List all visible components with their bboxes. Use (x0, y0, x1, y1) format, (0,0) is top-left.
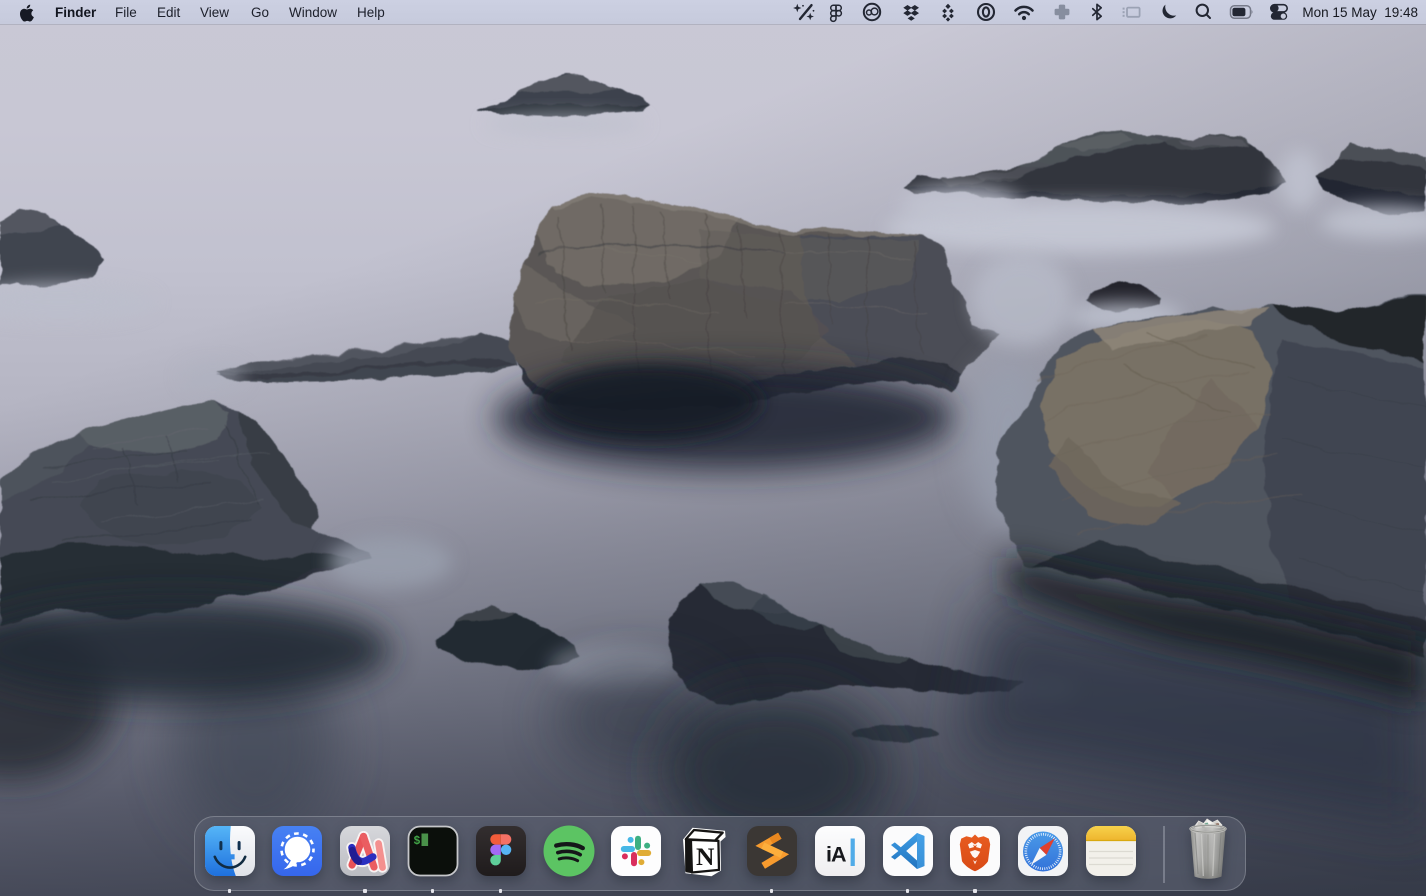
svg-text:N: N (696, 842, 715, 871)
svg-text:iA: iA (826, 843, 846, 867)
svg-text:$: $ (413, 835, 420, 848)
